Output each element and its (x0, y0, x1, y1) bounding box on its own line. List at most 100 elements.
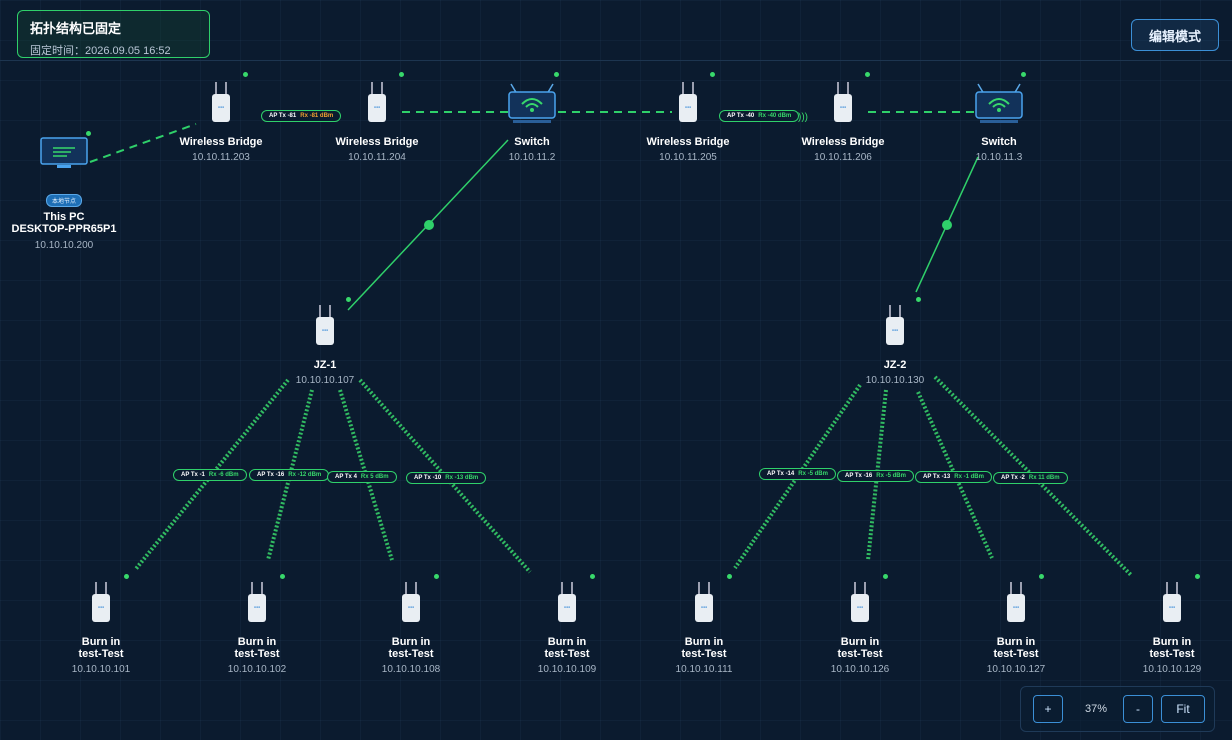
wireless-bridge-icon: ●●● (92, 582, 110, 622)
node-this-pc[interactable]: 本地节点 This PC DESKTOP-PPR65P1 10.10.10.20… (0, 136, 144, 253)
link-signal-label: AP Tx -1 Rx -6 dBm (173, 469, 247, 481)
node-ip: 10.10.10.129 (1142, 664, 1202, 675)
link-signal-label: AP Tx -2 Rx 11 dBm (993, 472, 1068, 484)
status-dot (554, 72, 559, 77)
status-dot (883, 574, 888, 579)
node-name: JZ-1 (313, 359, 337, 371)
link-signal-label: AP Tx -14 Rx -5 dBm (759, 468, 836, 480)
node-name: Burn in (1152, 636, 1192, 648)
node-name: Wireless Bridge (646, 136, 730, 148)
node-jz-2[interactable]: ●●● JZ-2 10.10.10.130 (815, 303, 975, 388)
node-name: Burn in (237, 636, 277, 648)
rx-value: Rx -40 dBm (758, 113, 792, 119)
node-name-line2: test-Test (1149, 648, 1195, 660)
node-name: Burn in (840, 636, 880, 648)
status-dot (86, 131, 91, 136)
wireless-bridge-icon: ●●● (248, 582, 266, 622)
node-b129[interactable]: ●●● Burn in test-Test 10.10.10.129 (1092, 580, 1232, 677)
node-sw3[interactable]: Switch 10.10.11.3 (919, 80, 1079, 165)
status-dot (124, 574, 129, 579)
topology-canvas[interactable]: ))) 拓扑结构已固定 固定时间：2026.09.05 16:52 编辑模式 本… (0, 0, 1232, 740)
wireless-bridge-icon: ●●● (695, 582, 713, 622)
tx-value: AP Tx -16 (257, 472, 285, 478)
link-signal-label: AP Tx -16 Rx -12 dBm (249, 469, 330, 481)
status-dot (1021, 72, 1026, 77)
wireless-bridge-icon: ●●● (212, 82, 230, 122)
node-b101[interactable]: ●●● Burn in test-Test 10.10.10.101 (21, 580, 181, 677)
node-b108[interactable]: ●●● Burn in test-Test 10.10.10.108 (331, 580, 491, 677)
wireless-bridge-icon: ●●● (834, 82, 852, 122)
local-node-badge: 本地节点 (45, 194, 82, 207)
status-dot (243, 72, 248, 77)
link-signal-label: AP Tx -16 Rx -5 dBm (837, 470, 914, 482)
tx-value: AP Tx -10 (414, 475, 442, 481)
node-ip: 10.10.10.101 (71, 664, 131, 675)
node-name-line2: test-Test (681, 648, 727, 660)
tx-value: AP Tx -1 (181, 472, 205, 478)
node-b102[interactable]: ●●● Burn in test-Test 10.10.10.102 (177, 580, 337, 677)
svg-text:●●●: ●●● (1013, 605, 1019, 609)
node-name: Burn in (996, 636, 1036, 648)
node-name-line2: test-Test (544, 648, 590, 660)
wireless-bridge-icon: ●●● (316, 305, 334, 345)
fit-button[interactable]: Fit (1161, 695, 1205, 723)
node-wb203[interactable]: ●●● Wireless Bridge 10.10.11.203 (141, 80, 301, 165)
wireless-bridge-icon: ●●● (558, 582, 576, 622)
rx-value: Rx -5 dBm (876, 473, 906, 479)
link-signal-label: AP Tx -13 Rx -1 dBm (915, 471, 992, 483)
node-b109[interactable]: ●●● Burn in test-Test 10.10.10.109 (487, 580, 647, 677)
node-ip: 10.10.11.203 (192, 152, 250, 163)
status-dot (280, 574, 285, 579)
node-ip: 10.10.10.130 (865, 375, 925, 386)
status-dot (1039, 574, 1044, 579)
status-dot (434, 574, 439, 579)
svg-text:●●●: ●●● (685, 105, 691, 109)
edit-mode-button[interactable]: 编辑模式 (1131, 19, 1219, 51)
svg-text:●●●: ●●● (218, 105, 224, 109)
header-divider (0, 60, 1232, 61)
node-name: Wireless Bridge (179, 136, 263, 148)
node-b111[interactable]: ●●● Burn in test-Test 10.10.10.111 (624, 580, 784, 677)
node-ip: 10.10.11.206 (814, 152, 872, 163)
node-ip: 10.10.10.107 (295, 375, 355, 386)
node-ip: 10.10.10.108 (381, 664, 441, 675)
status-dot (710, 72, 715, 77)
node-name: Switch (514, 136, 550, 148)
rx-value: Rx -13 dBm (445, 475, 479, 481)
status-dot (1195, 574, 1200, 579)
node-ip: 10.10.11.3 (975, 152, 1023, 163)
node-ip: 10.10.11.205 (659, 152, 717, 163)
rx-value: Rx -6 dBm (208, 472, 239, 478)
node-wb204[interactable]: ●●● Wireless Bridge 10.10.11.204 (297, 80, 457, 165)
node-ip: 10.10.10.200 (34, 240, 94, 251)
svg-text:●●●: ●●● (564, 605, 570, 609)
wifi-router-icon (975, 83, 1023, 123)
node-b126[interactable]: ●●● Burn in test-Test 10.10.10.126 (780, 580, 940, 677)
svg-text:●●●: ●●● (1169, 605, 1175, 609)
rx-value: Rx -81 dBm (300, 113, 334, 119)
zoom-level: 37% (1084, 703, 1108, 715)
status-dot (727, 574, 732, 579)
zoom-in-button[interactable]: + (1033, 695, 1063, 723)
status-time: 固定时间：2026.09.05 16:52 (30, 45, 171, 57)
svg-text:●●●: ●●● (254, 605, 260, 609)
zoom-controls: + 37% - Fit (1020, 686, 1215, 732)
node-wb205[interactable]: ●●● Wireless Bridge 10.10.11.205 (608, 80, 768, 165)
svg-text:●●●: ●●● (374, 105, 380, 109)
zoom-out-button[interactable]: - (1123, 695, 1153, 723)
tx-value: AP Tx -2 (1001, 475, 1025, 481)
node-wb206[interactable]: ●●● Wireless Bridge 10.10.11.206 (763, 80, 923, 165)
svg-text:●●●: ●●● (322, 328, 328, 332)
node-name-line2: test-Test (837, 648, 883, 660)
node-ip: 10.10.10.109 (537, 664, 597, 675)
node-name: Wireless Bridge (335, 136, 419, 148)
tx-value: AP Tx -16 (845, 473, 873, 479)
node-name: JZ-2 (883, 359, 907, 371)
status-dot (346, 297, 351, 302)
node-jz-1[interactable]: ●●● JZ-1 10.10.10.107 (245, 303, 405, 388)
status-dot (590, 574, 595, 579)
node-b127[interactable]: ●●● Burn in test-Test 10.10.10.127 (936, 580, 1096, 677)
node-sw2[interactable]: Switch 10.10.11.2 (452, 80, 612, 165)
tx-value: AP Tx -40 (727, 113, 755, 119)
status-dot (916, 297, 921, 302)
